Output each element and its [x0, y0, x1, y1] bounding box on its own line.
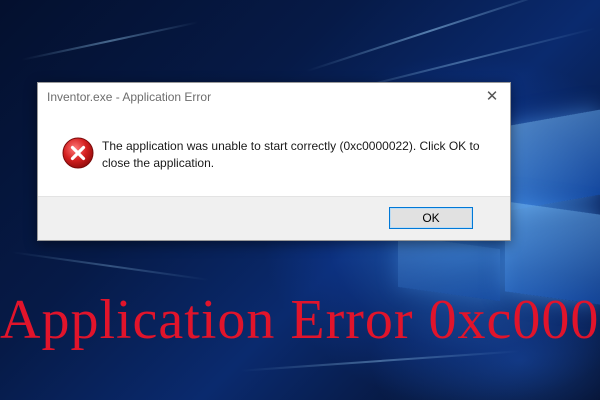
- wallpaper-light-streak: [240, 350, 520, 372]
- wallpaper-window-pane: [505, 109, 600, 212]
- desktop-background: Inventor.exe - Application Error ✕ The a…: [0, 0, 600, 400]
- dialog-button-bar: OK: [38, 196, 510, 240]
- dialog-title-bar[interactable]: Inventor.exe - Application Error ✕: [38, 83, 510, 111]
- close-icon: ✕: [485, 88, 499, 105]
- ok-button[interactable]: OK: [389, 207, 473, 229]
- error-icon: [62, 137, 94, 169]
- application-error-dialog: Inventor.exe - Application Error ✕ The a…: [37, 82, 511, 241]
- overlay-caption: Application Error 0xc0000022: [0, 289, 600, 351]
- dialog-title: Inventor.exe - Application Error: [47, 90, 212, 104]
- wallpaper-light-streak: [21, 21, 199, 61]
- wallpaper-light-streak: [10, 251, 210, 281]
- error-message: The application was unable to start corr…: [102, 139, 480, 170]
- close-button[interactable]: ✕: [480, 86, 504, 108]
- wallpaper-light-streak: [306, 0, 554, 73]
